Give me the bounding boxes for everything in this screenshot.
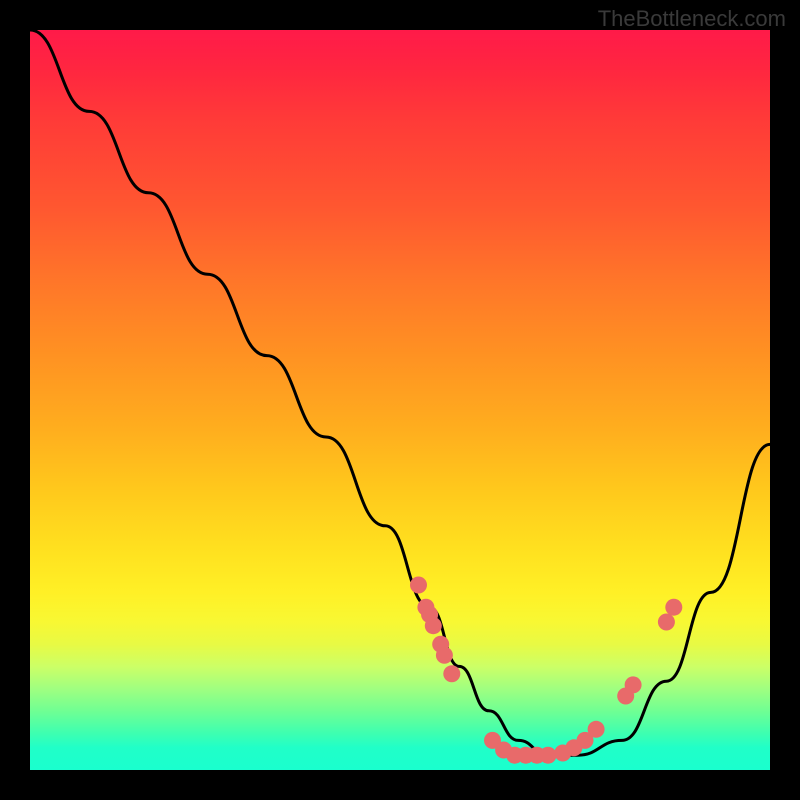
scatter-points xyxy=(410,577,682,764)
scatter-point xyxy=(665,599,682,616)
attribution-text: TheBottleneck.com xyxy=(598,6,786,32)
chart-svg xyxy=(30,30,770,770)
scatter-point xyxy=(443,665,460,682)
scatter-point xyxy=(540,747,557,764)
scatter-point xyxy=(410,577,427,594)
bottleneck-curve xyxy=(30,30,770,755)
scatter-point xyxy=(425,617,442,634)
scatter-point xyxy=(625,676,642,693)
chart-plot-area xyxy=(30,30,770,770)
scatter-point xyxy=(436,647,453,664)
scatter-point xyxy=(588,721,605,738)
scatter-point xyxy=(658,614,675,631)
